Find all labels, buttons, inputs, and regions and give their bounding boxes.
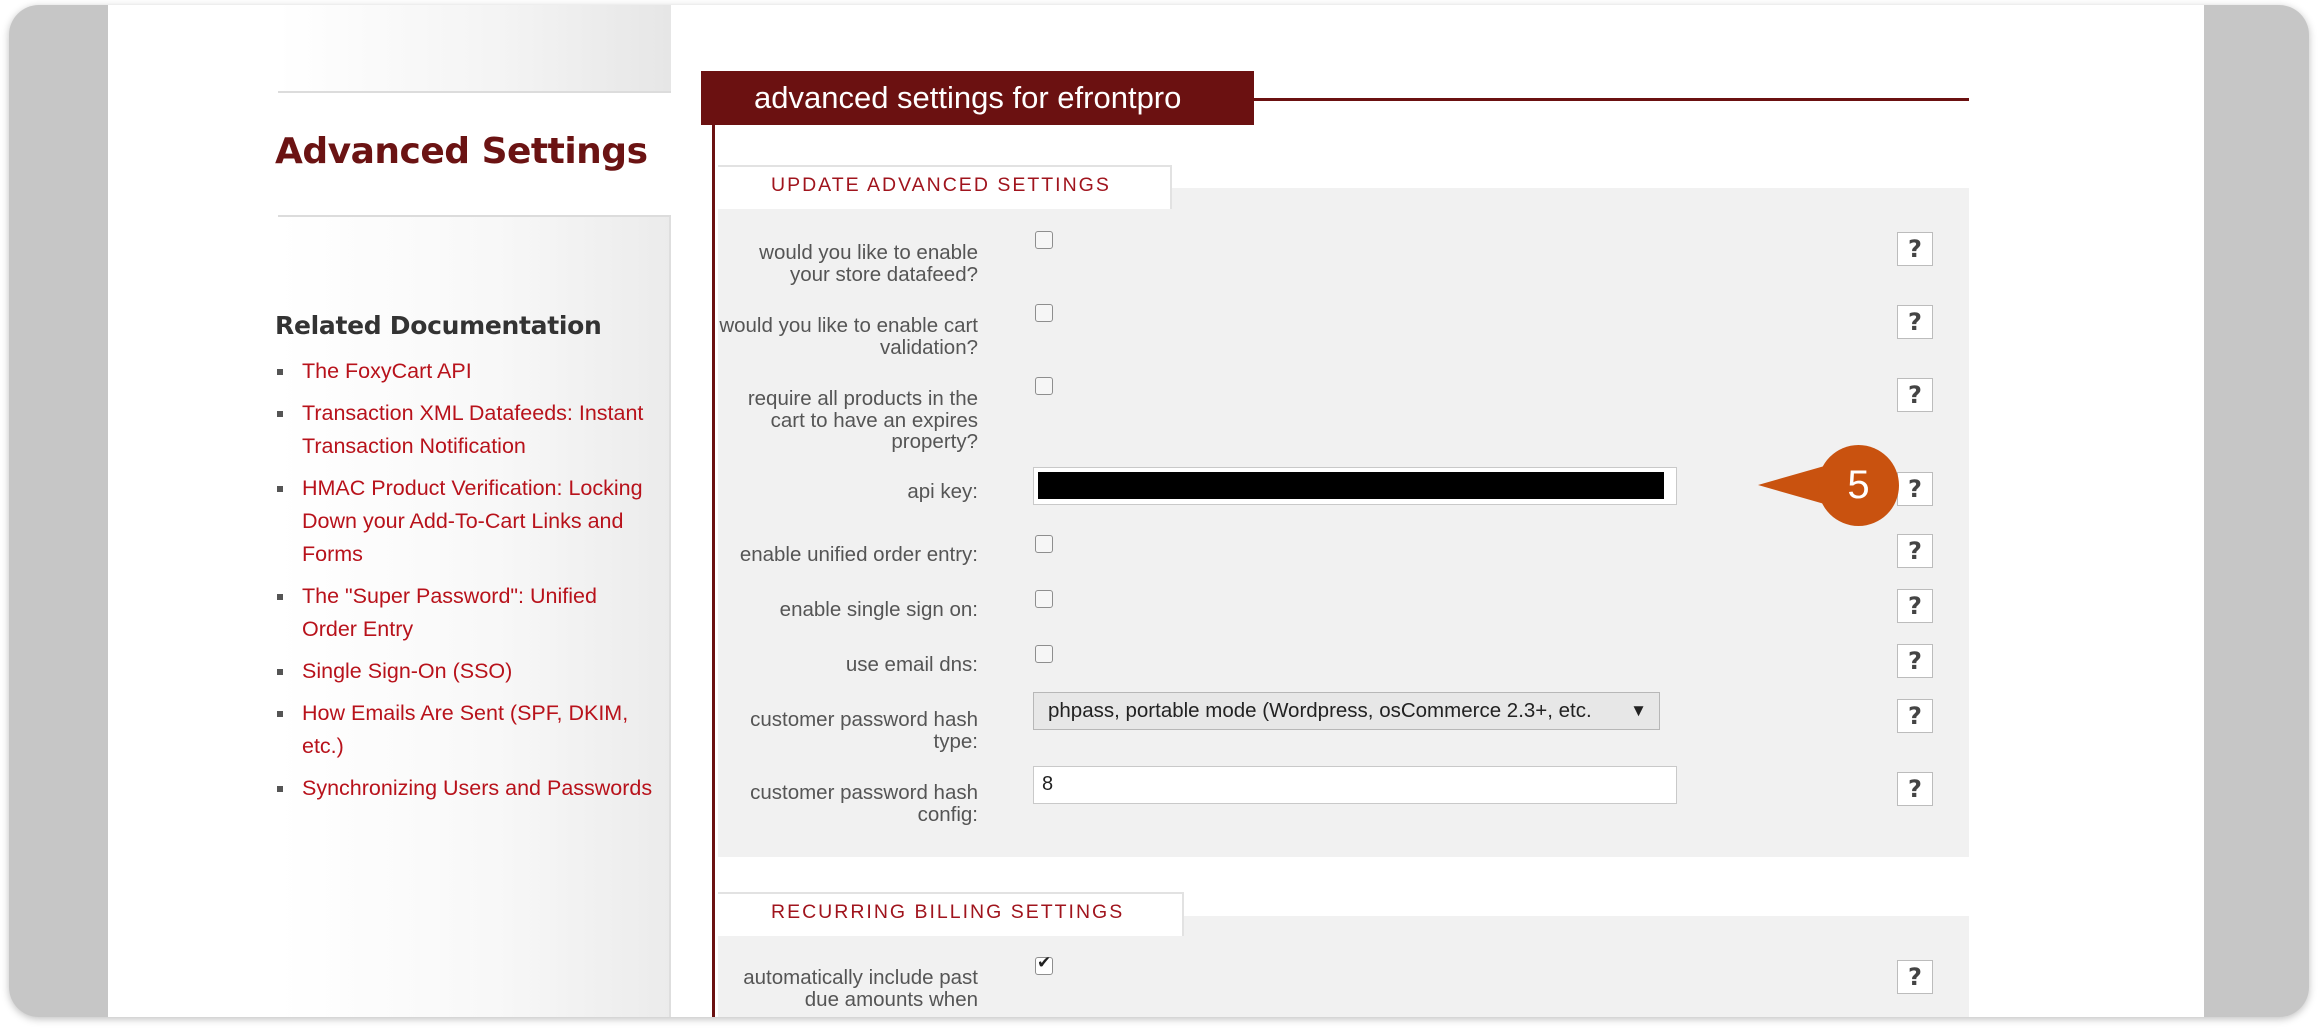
unified-order-label: enable unified order entry: <box>739 543 978 566</box>
list-item: Transaction XML Datafeeds: Instant Trans… <box>275 397 655 463</box>
cart-validation-label: would you like to enable cart validation… <box>719 314 978 359</box>
bullet-icon <box>277 711 283 717</box>
expires-checkbox[interactable] <box>1035 377 1053 395</box>
hash-type-label: customer password hash type: <box>750 708 978 753</box>
related-docs-heading: Related Documentation <box>275 311 602 340</box>
doc-link-sync-users[interactable]: Synchronizing Users and Passwords <box>302 776 652 800</box>
help-button-cart-validation[interactable]: ? <box>1897 305 1933 339</box>
sidebar: Advanced Settings Related Documentation … <box>108 5 671 1017</box>
main-title-bar: advanced settings for efrontpro <box>701 71 1254 125</box>
step-callout-badge: 5 <box>1818 445 1899 526</box>
past-due-label: automatically include past due amounts w… <box>743 966 978 1011</box>
bullet-icon <box>277 786 283 792</box>
expires-label: require all products in the cart to have… <box>747 387 978 453</box>
list-item: The "Super Password": Unified Order Entr… <box>275 580 655 646</box>
list-item: Synchronizing Users and Passwords <box>275 772 655 805</box>
cart-validation-checkbox[interactable] <box>1035 304 1053 322</box>
chevron-down-icon: ▼ <box>1630 701 1647 720</box>
bullet-icon <box>277 486 283 492</box>
help-button-past-due[interactable]: ? <box>1897 960 1933 994</box>
hash-type-select[interactable]: phpass, portable mode (Wordpress, osComm… <box>1033 692 1660 730</box>
sidebar-top-panel <box>278 5 671 93</box>
hash-type-value: phpass, portable mode (Wordpress, osComm… <box>1048 699 1592 722</box>
doc-link-emails[interactable]: How Emails Are Sent (SPF, DKIM, etc.) <box>302 701 628 758</box>
past-due-checkbox[interactable] <box>1035 953 1053 975</box>
content-vertical-rule <box>712 125 715 1017</box>
help-button-email-dns[interactable]: ? <box>1897 644 1933 678</box>
doc-link-hmac[interactable]: HMAC Product Verification: Locking Down … <box>302 476 643 566</box>
redacted-value <box>1038 472 1664 499</box>
doc-link-super-password[interactable]: The "Super Password": Unified Order Entr… <box>302 584 597 641</box>
page: Advanced Settings Related Documentation … <box>108 5 2204 1017</box>
list-item: Single Sign-On (SSO) <box>275 655 655 688</box>
sso-checkbox[interactable] <box>1035 590 1053 608</box>
related-docs-list: The FoxyCart API Transaction XML Datafee… <box>275 355 655 814</box>
doc-link-xml-datafeeds[interactable]: Transaction XML Datafeeds: Instant Trans… <box>302 401 643 458</box>
hash-config-input[interactable]: 8 <box>1033 766 1677 804</box>
help-button-hash-type[interactable]: ? <box>1897 699 1933 733</box>
list-item: HMAC Product Verification: Locking Down … <box>275 472 655 571</box>
update-settings-panel <box>718 188 1969 857</box>
email-dns-checkbox[interactable] <box>1035 645 1053 663</box>
bullet-icon <box>277 369 283 375</box>
sso-label: enable single sign on: <box>779 598 978 621</box>
help-button-hash-config[interactable]: ? <box>1897 772 1933 806</box>
bullet-icon <box>277 669 283 675</box>
bullet-icon <box>277 411 283 417</box>
help-button-sso[interactable]: ? <box>1897 589 1933 623</box>
doc-link-sso[interactable]: Single Sign-On (SSO) <box>302 659 512 683</box>
list-item: How Emails Are Sent (SPF, DKIM, etc.) <box>275 697 655 763</box>
datafeed-label: would you like to enable your store data… <box>759 241 978 286</box>
help-button-expires[interactable]: ? <box>1897 378 1933 412</box>
screenshot-frame: Advanced Settings Related Documentation … <box>9 5 2309 1017</box>
bullet-icon <box>277 594 283 600</box>
unified-order-checkbox[interactable] <box>1035 535 1053 553</box>
list-item: The FoxyCart API <box>275 355 655 388</box>
doc-link-foxycart-api[interactable]: The FoxyCart API <box>302 359 472 383</box>
datafeed-checkbox[interactable] <box>1035 231 1053 249</box>
api-key-input[interactable] <box>1033 467 1677 505</box>
section-heading-update: UPDATE ADVANCED SETTINGS <box>718 165 1172 209</box>
page-heading: Advanced Settings <box>275 131 648 172</box>
help-button-datafeed[interactable]: ? <box>1897 232 1933 266</box>
email-dns-label: use email dns: <box>845 653 978 676</box>
main-title: advanced settings for efrontpro <box>754 80 1182 115</box>
hash-config-label: customer password hash config: <box>750 781 978 826</box>
api-key-label: api key: <box>907 480 978 503</box>
help-button-unified-order[interactable]: ? <box>1897 534 1933 568</box>
section-heading-recurring: RECURRING BILLING SETTINGS <box>718 892 1184 936</box>
title-divider <box>1254 98 1969 101</box>
help-button-api-key[interactable]: ? <box>1897 472 1933 506</box>
